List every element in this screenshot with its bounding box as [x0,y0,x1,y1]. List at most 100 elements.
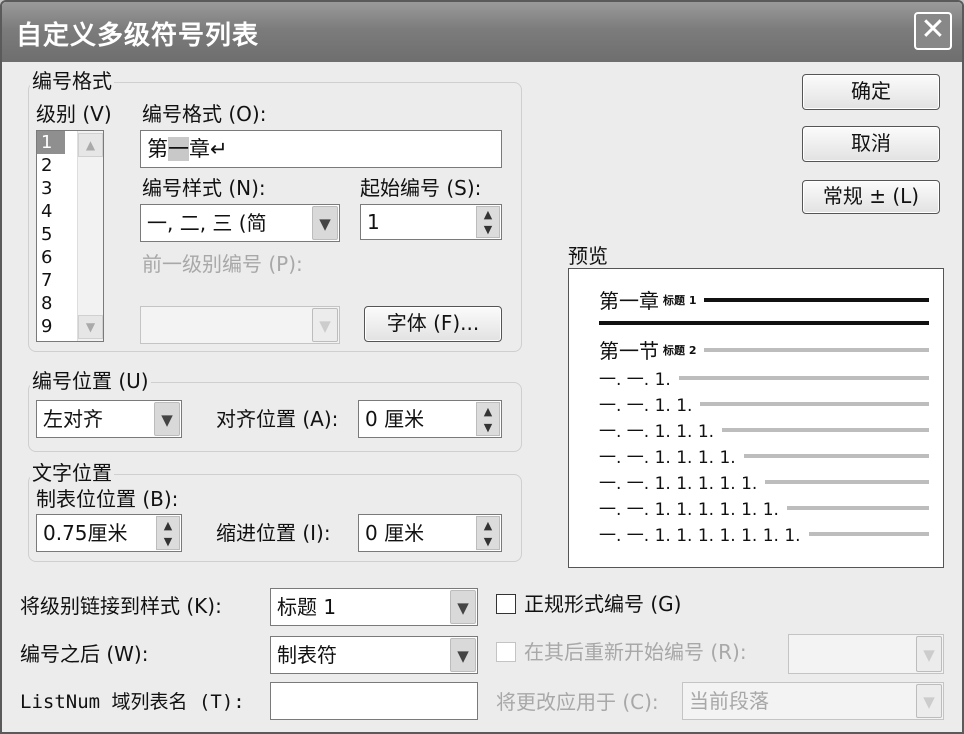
cancel-button[interactable]: 取消 [802,126,940,162]
align-at-value: 0 厘米 [365,407,425,431]
style-label: 编号样式 (N): [142,176,266,200]
preview-line-4: 一. 一. 1. 1. [599,391,929,416]
chevron-down-icon[interactable]: ▼ [450,590,476,624]
format-input[interactable]: 第一章↵ [140,130,502,168]
align-dropdown[interactable]: 左对齐 ▼ [36,400,182,438]
prev-level-label: 前一级别编号 (P): [142,252,303,276]
more-button[interactable]: 常规 ± (L) [802,180,940,214]
spinner-icon[interactable]: ▲ ▼ [156,516,180,550]
legal-label[interactable]: 正规形式编号 (G) [524,592,681,616]
chevron-down-icon: ▼ [916,684,942,718]
indent-value: 0 厘米 [365,521,425,545]
preview-box: 第一章 标题 1 第一节 标题 2 一. 一. 1. 一. 一. 1. 1. 一… [568,268,944,568]
follow-number-label: 编号之后 (W): [20,642,149,666]
preview-line-1-rule [704,297,929,302]
preview-line-8-text: 一. 一. 1. 1. 1. 1. 1. 1. [599,500,779,520]
number-position-group-title: 编号位置 (U) [30,369,151,393]
title-bar[interactable]: 自定义多级符号列表 ✕ [2,2,962,62]
link-style-dropdown[interactable]: 标题 1 ▼ [270,588,478,626]
apply-to-label: 将更改应用于 (C): [496,690,659,714]
preview-line-7-text: 一. 一. 1. 1. 1. 1. 1. [599,474,758,494]
align-value: 左对齐 [43,407,103,431]
chevron-down-icon[interactable]: ▼ [154,402,180,436]
preview-line-9-text: 一. 一. 1. 1. 1. 1. 1. 1. 1. [599,526,801,546]
preview-line-3-rule [678,375,929,380]
preview-label: 预览 [568,244,608,268]
listnum-input[interactable] [270,682,478,720]
preview-line-5-text: 一. 一. 1. 1. 1. [599,422,715,442]
preview-line-6: 一. 一. 1. 1. 1. 1. [599,443,929,468]
indent-label: 缩进位置 (I): [216,521,331,545]
preview-line-4-text: 一. 一. 1. 1. [599,396,693,416]
preview-line-7-rule [765,479,929,484]
preview-line-9-rule [808,531,929,536]
prev-level-dropdown: ▼ [140,306,340,344]
start-number-value: 1 [367,210,380,234]
chevron-down-icon: ▼ [312,308,338,342]
level-label: 级别 (V) [36,102,112,126]
number-style-value: 一, 二, 三 (简 [147,211,267,235]
preview-separator [599,321,929,325]
apply-to-value: 当前段落 [689,689,769,713]
apply-to-dropdown: 当前段落 ▼ [682,682,944,720]
preview-line-5: 一. 一. 1. 1. 1. [599,417,929,442]
spinner-icon[interactable]: ▲ ▼ [476,206,500,238]
spinner-icon[interactable]: ▲ ▼ [476,402,500,436]
start-number-spinner[interactable]: 1 ▲ ▼ [360,204,502,240]
preview-line-2-rule [704,347,929,352]
level-scrollbar[interactable]: ▲ ▼ [77,131,103,341]
font-button[interactable]: 字体 (F)... [364,306,502,342]
preview-line-3: 一. 一. 1. [599,365,929,390]
tab-position-spinner[interactable]: 0.75厘米 ▲ ▼ [36,514,182,552]
number-format-group-title: 编号格式 [30,69,114,93]
align-at-spinner[interactable]: 0 厘米 ▲ ▼ [358,400,502,438]
preview-line-8: 一. 一. 1. 1. 1. 1. 1. 1. [599,495,929,520]
chevron-down-icon: ▼ [916,636,942,672]
window-title: 自定义多级符号列表 [16,21,260,51]
tab-position-label: 制表位位置 (B): [36,487,179,511]
legal-checkbox[interactable] [496,594,516,614]
preview-line-2-tag: 标题 2 [663,343,697,357]
format-label: 编号格式 (O): [142,102,267,126]
restart-label: 在其后重新开始编号 (R): [524,640,747,664]
scroll-up-icon[interactable]: ▲ [78,133,103,157]
tab-position-value: 0.75厘米 [43,521,128,545]
chevron-down-icon[interactable]: ▼ [312,206,338,240]
preview-line-6-rule [743,453,929,458]
restart-dropdown: ▼ [788,634,944,674]
text-position-group-title: 文字位置 [30,461,114,485]
preview-line-1: 第一章 标题 1 [599,285,929,314]
preview-line-1-tag: 标题 1 [663,293,697,307]
follow-number-dropdown[interactable]: 制表符 ▼ [270,636,478,674]
link-style-value: 标题 1 [277,595,337,619]
listnum-label: ListNum 域列表名 (T): [20,691,245,713]
preview-line-4-rule [700,401,929,406]
preview-line-7: 一. 一. 1. 1. 1. 1. 1. [599,469,929,494]
scroll-down-icon[interactable]: ▼ [78,315,103,339]
preview-line-3-text: 一. 一. 1. [599,370,671,390]
preview-line-1-text: 第一章 [599,289,659,313]
dialog-window: 自定义多级符号列表 ✕ 编号格式 级别 (V) 123456789 ▲ ▼ 编号… [0,0,964,734]
preview-line-5-rule [722,427,929,432]
chevron-down-icon[interactable]: ▼ [450,638,476,672]
start-label: 起始编号 (S): [360,176,482,200]
preview-line-9: 一. 一. 1. 1. 1. 1. 1. 1. 1. [599,521,929,546]
preview-line-2: 第一节 标题 2 [599,335,929,364]
follow-number-value: 制表符 [277,643,337,667]
format-number-placeholder: 一 [168,137,189,161]
align-at-label: 对齐位置 (A): [216,407,339,431]
spinner-icon[interactable]: ▲ ▼ [476,516,500,550]
level-list[interactable]: 123456789 ▲ ▼ [36,130,104,342]
number-style-dropdown[interactable]: 一, 二, 三 (简 ▼ [140,204,340,242]
ok-button[interactable]: 确定 [802,74,940,110]
indent-spinner[interactable]: 0 厘米 ▲ ▼ [358,514,502,552]
format-text-after: 章↵ [189,137,228,161]
format-text-before: 第 [147,137,168,161]
preview-line-2-text: 第一节 [599,339,659,363]
level-item[interactable]: 1 [37,131,65,154]
link-style-label: 将级别链接到样式 (K): [20,594,222,618]
close-button[interactable]: ✕ [914,12,952,50]
restart-checkbox [496,642,516,662]
preview-line-6-text: 一. 一. 1. 1. 1. 1. [599,448,736,468]
preview-line-8-rule [786,505,929,510]
